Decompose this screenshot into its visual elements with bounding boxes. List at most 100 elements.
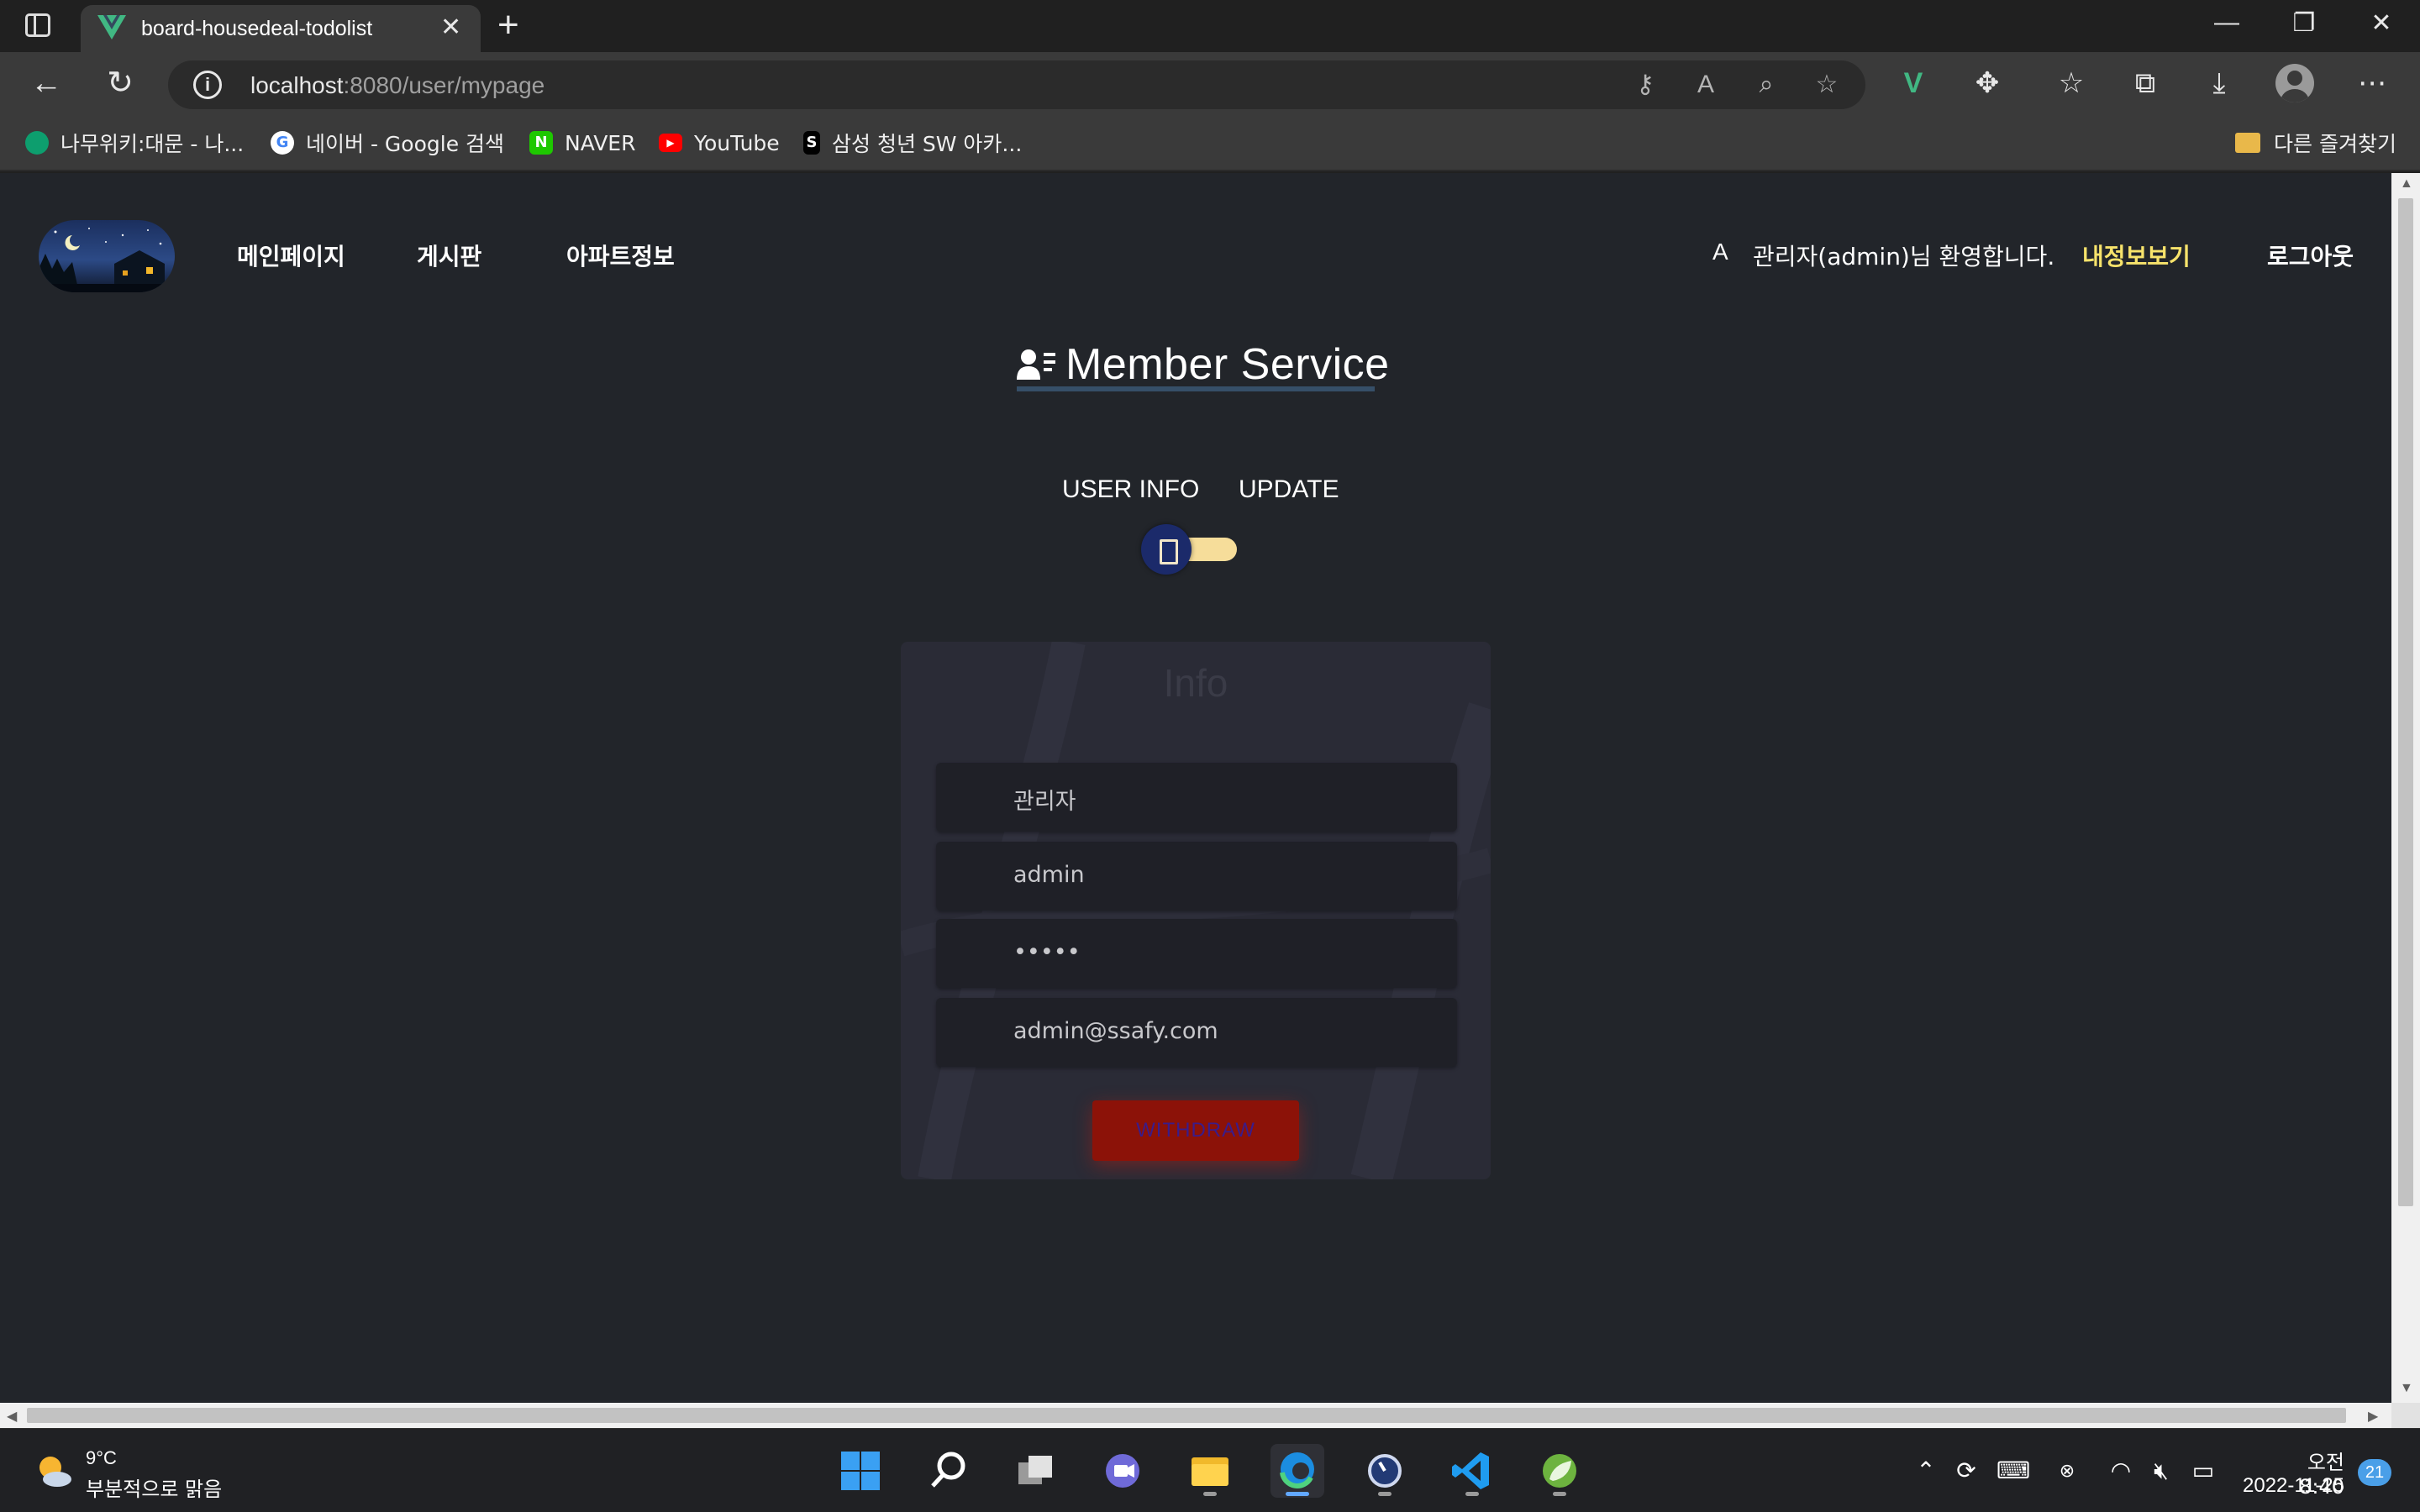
other-bookmarks[interactable]: 다른 즐겨찾기	[2235, 128, 2396, 158]
address-bar[interactable]: i localhost:8080/user/mypage ⚷ A ⌕ ☆	[168, 60, 1865, 109]
refresh-icon[interactable]: ↻	[99, 64, 141, 102]
bookmark-google[interactable]: G 네이버 - Google 검색	[271, 128, 504, 158]
name-value: 관리자	[1013, 789, 1076, 815]
file-explorer-button[interactable]	[1183, 1444, 1237, 1498]
bookmark-naver[interactable]: N NAVER	[529, 128, 635, 158]
clock-date[interactable]: 2022-11-25	[2238, 1474, 2344, 1498]
partly-sunny-icon[interactable]	[34, 1451, 74, 1491]
userid-value: admin	[1013, 862, 1085, 888]
zoom-out-icon[interactable]: ⌕	[1749, 69, 1783, 101]
bookmark-label: 삼성 청년 SW 아카...	[832, 132, 1023, 156]
start-button[interactable]	[834, 1444, 887, 1498]
name-field[interactable]: 관리자	[936, 763, 1457, 832]
toggle-label-user-info[interactable]: USER INFO	[1062, 475, 1199, 504]
chat-icon	[1106, 1454, 1139, 1488]
withdraw-button[interactable]: WITHDRAW	[1092, 1100, 1299, 1161]
mode-toggle-knob[interactable]	[1141, 524, 1192, 575]
card-background-pattern	[901, 642, 1491, 1179]
browser-toolbar: ← ↻ i localhost:8080/user/mypage ⚷ A ⌕ ☆…	[0, 52, 2420, 116]
battery-icon[interactable]: ▭	[2186, 1454, 2220, 1488]
extensions-icon[interactable]: ✥	[1966, 64, 2008, 102]
running-indicator	[1286, 1492, 1309, 1496]
vscode-button[interactable]	[1445, 1444, 1499, 1498]
weather-temperature[interactable]: 9°C	[86, 1447, 117, 1469]
welcome-message: 관리자(admin)님 환영합니다.	[1753, 243, 2055, 270]
bookmark-youtube[interactable]: ▶ YouTube	[659, 128, 780, 158]
scroll-down-icon[interactable]: ▼	[2400, 1381, 2413, 1396]
app-tray-close-icon[interactable]: ⊗	[2050, 1454, 2084, 1488]
weather-description[interactable]: 부분적으로 맑음	[86, 1473, 222, 1502]
toggle-label-update[interactable]: UPDATE	[1239, 475, 1339, 504]
bookmark-ssafy[interactable]: S 삼성 청년 SW 아카...	[803, 128, 1022, 158]
nav-link-mypage[interactable]: 내정보보기	[2082, 239, 2191, 272]
user-initial-icon: A	[1712, 239, 1728, 265]
favorites-icon[interactable]: ☆	[2050, 64, 2092, 102]
clock-icon	[1368, 1454, 1402, 1488]
email-field[interactable]: admin@ssafy.com	[936, 998, 1457, 1067]
keyboard-icon[interactable]: ⌨	[1996, 1454, 2030, 1488]
task-view-button[interactable]	[1008, 1444, 1062, 1498]
night-house-logo-icon	[39, 228, 175, 292]
vue-logo-icon	[97, 15, 126, 39]
naver-icon: N	[529, 131, 553, 155]
spring-tool-button[interactable]	[1533, 1444, 1586, 1498]
browser-tab[interactable]: board-housedeal-todolist ✕	[81, 5, 481, 52]
userid-field[interactable]: admin	[936, 842, 1457, 911]
scroll-left-icon[interactable]: ◀	[7, 1408, 17, 1425]
running-indicator	[1378, 1492, 1392, 1496]
url-text[interactable]: localhost:8080/user/mypage	[250, 72, 544, 99]
vertical-scrollbar[interactable]: ▲ ▼	[2391, 173, 2420, 1403]
read-aloud-icon[interactable]: A	[1689, 69, 1723, 101]
new-tab-icon[interactable]: +	[497, 7, 519, 44]
bookmark-label: 나무위키:대문 - 나...	[60, 132, 245, 156]
horizontal-scroll-thumb[interactable]	[27, 1408, 2346, 1423]
clock-app-button[interactable]	[1358, 1444, 1412, 1498]
nav-link-logout[interactable]: 로그아웃	[2267, 239, 2354, 272]
tab-close-icon[interactable]: ✕	[440, 15, 461, 40]
bookmarks-bar: 나무위키:대문 - 나... G 네이버 - Google 검색 N NAVER…	[0, 116, 2420, 171]
downloads-icon[interactable]: ⤓	[2198, 64, 2240, 102]
site-info-icon[interactable]: i	[193, 71, 222, 99]
page-title: Member Service	[1065, 340, 1390, 389]
bookmark-label: YouTube	[694, 130, 780, 155]
password-field[interactable]: •••••	[936, 919, 1457, 988]
tab-actions-icon[interactable]	[25, 13, 50, 37]
profile-avatar-icon[interactable]	[2275, 64, 2314, 102]
info-card: Info 관리자 admin ••••• admin@ssafy.com WIT…	[901, 642, 1491, 1179]
other-bookmarks-label: 다른 즐겨찾기	[2274, 132, 2396, 156]
wifi-icon[interactable]: ◠	[2104, 1454, 2138, 1488]
password-value: •••••	[1013, 939, 1081, 965]
minimize-icon[interactable]: —	[2202, 8, 2252, 37]
restore-icon[interactable]: ❐	[2279, 8, 2329, 38]
vue-devtools-icon[interactable]: V	[1892, 64, 1934, 102]
nav-link-apartment[interactable]: 아파트정보	[566, 239, 675, 272]
nav-link-board[interactable]: 게시판	[417, 239, 481, 272]
back-icon[interactable]: ←	[25, 64, 67, 102]
sync-icon[interactable]: ⟳	[1949, 1454, 1983, 1488]
horizontal-scrollbar[interactable]: ◀ ▶	[0, 1403, 2391, 1428]
scroll-up-icon[interactable]: ▲	[2400, 176, 2413, 192]
task-view-icon	[1018, 1456, 1052, 1484]
scroll-right-icon[interactable]: ▶	[2368, 1408, 2378, 1425]
url-host: localhost	[250, 72, 344, 98]
namuwiki-icon	[25, 131, 49, 155]
bookmark-namuwiki[interactable]: 나무위키:대문 - 나...	[25, 128, 244, 158]
show-hidden-icons-icon[interactable]: ⌃	[1909, 1454, 1943, 1488]
title-underline	[1017, 386, 1375, 391]
card-title: Info	[1163, 661, 1228, 705]
vertical-scroll-thumb[interactable]	[2398, 198, 2413, 1206]
search-button[interactable]	[921, 1444, 975, 1498]
collections-icon[interactable]: ⧉	[2124, 64, 2166, 102]
add-favorite-icon[interactable]: ☆	[1810, 69, 1844, 101]
site-logo[interactable]	[39, 220, 175, 292]
edge-button[interactable]	[1270, 1444, 1324, 1498]
speaker-muted-icon[interactable]: 🔇︎	[2144, 1454, 2178, 1488]
more-options-icon[interactable]: ⋯	[2351, 64, 2393, 102]
teams-chat-button[interactable]	[1096, 1444, 1150, 1498]
nav-link-main[interactable]: 메인페이지	[237, 239, 345, 272]
notification-badge[interactable]: 21	[2358, 1459, 2391, 1486]
tab-title: board-housedeal-todolist	[141, 17, 373, 40]
key-icon[interactable]: ⚷	[1628, 69, 1662, 101]
close-window-icon[interactable]: ✕	[2356, 8, 2407, 38]
vscode-icon	[1452, 1452, 1489, 1489]
